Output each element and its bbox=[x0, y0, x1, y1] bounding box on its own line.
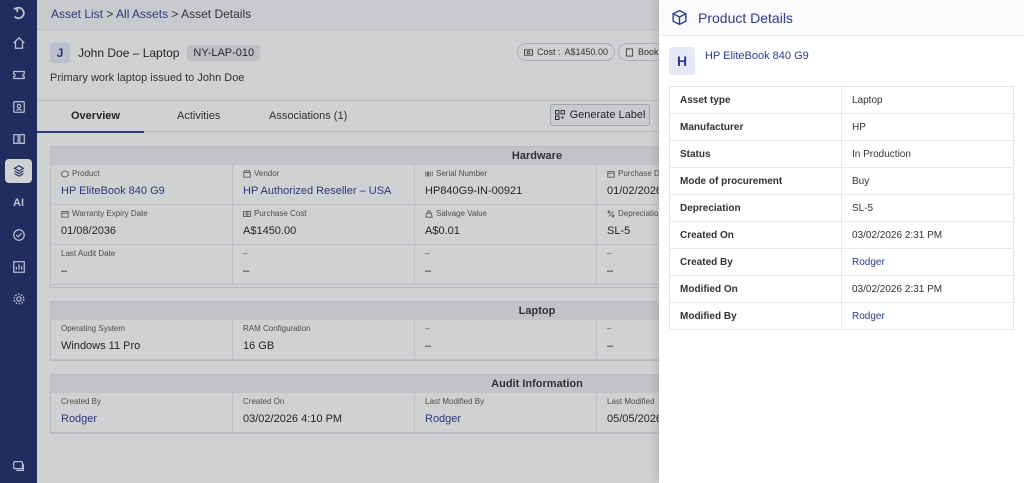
row-value: 03/02/2026 2:31 PM bbox=[841, 221, 1014, 249]
table-row: Manufacturer HP bbox=[669, 113, 1014, 141]
row-key: Status bbox=[669, 140, 842, 168]
row-value: Buy bbox=[841, 167, 1014, 195]
table-row: Created By Rodger bbox=[669, 248, 1014, 276]
row-key: Created On bbox=[669, 221, 842, 249]
row-key: Modified By bbox=[669, 302, 842, 330]
row-value: 03/02/2026 2:31 PM bbox=[841, 275, 1014, 303]
table-row: Asset type Laptop bbox=[669, 86, 1014, 114]
table-row: Modified By Rodger bbox=[669, 302, 1014, 330]
table-row: Mode of procurement Buy bbox=[669, 167, 1014, 195]
row-value: SL-5 bbox=[841, 194, 1014, 222]
table-row: Depreciation SL-5 bbox=[669, 194, 1014, 222]
row-key: Modified On bbox=[669, 275, 842, 303]
row-key: Depreciation bbox=[669, 194, 842, 222]
product-summary: H HP EliteBook 840 G9 bbox=[669, 47, 809, 75]
product-avatar: H bbox=[669, 47, 695, 75]
cube-icon bbox=[672, 9, 687, 26]
table-row: Created On 03/02/2026 2:31 PM bbox=[669, 221, 1014, 249]
row-key: Manufacturer bbox=[669, 113, 842, 141]
table-row: Status In Production bbox=[669, 140, 1014, 168]
row-value: In Production bbox=[841, 140, 1014, 168]
drawer-header: Product Details bbox=[659, 0, 1024, 36]
product-details-drawer: Product Details H HP EliteBook 840 G9 As… bbox=[659, 0, 1024, 483]
product-name[interactable]: HP EliteBook 840 G9 bbox=[705, 50, 809, 62]
row-key: Created By bbox=[669, 248, 842, 276]
product-details-table: Asset type Laptop Manufacturer HP Status In… bbox=[669, 86, 1014, 330]
table-row: Modified On 03/02/2026 2:31 PM bbox=[669, 275, 1014, 303]
drawer-title: Product Details bbox=[698, 9, 793, 26]
row-value: HP bbox=[841, 113, 1014, 141]
row-key: Asset type bbox=[669, 86, 842, 114]
row-value-link[interactable]: Rodger bbox=[841, 302, 1014, 330]
row-value-link[interactable]: Rodger bbox=[841, 248, 1014, 276]
row-key: Mode of procurement bbox=[669, 167, 842, 195]
row-value: Laptop bbox=[841, 86, 1014, 114]
